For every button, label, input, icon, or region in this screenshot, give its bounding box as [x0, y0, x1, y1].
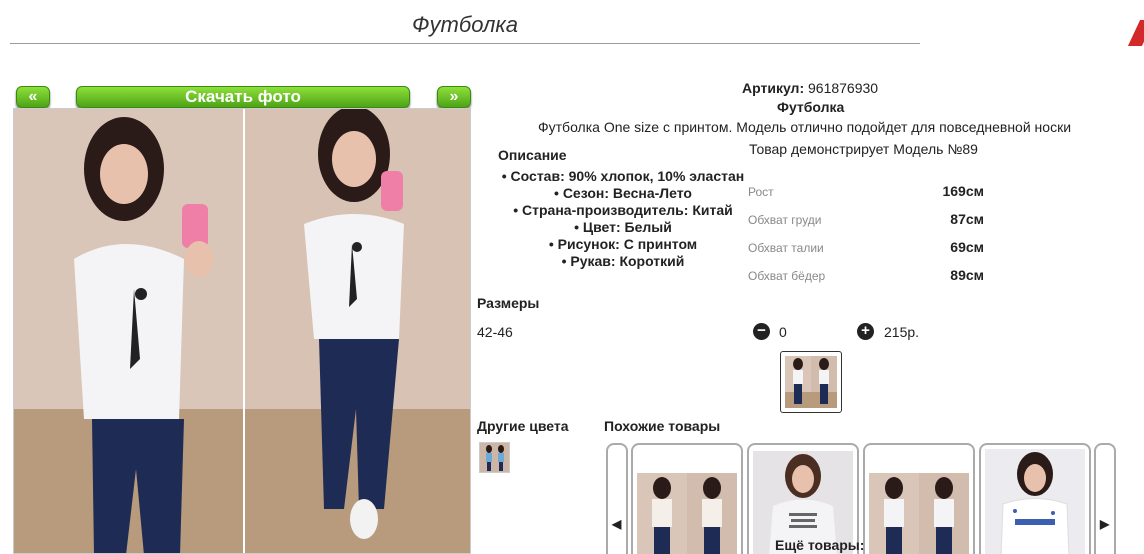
measurement-row: Обхват талии 69см — [748, 239, 984, 257]
quantity-value: 0 — [779, 324, 787, 340]
similar-products-title: Похожие товары — [604, 418, 721, 434]
title-divider — [10, 43, 920, 44]
product-name: Футболка — [777, 99, 845, 115]
measurement-label: Рост — [748, 185, 774, 199]
carousel-prev-icon: ◀ — [612, 517, 622, 531]
measurement-label: Обхват груди — [748, 213, 822, 227]
article-line: Артикул: 961876930 — [742, 80, 878, 96]
photo-thumbnail[interactable] — [780, 351, 842, 413]
measurement-label: Обхват талии — [748, 241, 824, 255]
model-note: Товар демонстрирует Модель №89 — [749, 141, 978, 157]
description-list: • Состав: 90% хлопок, 10% эластан • Сезо… — [500, 168, 746, 270]
description-item: • Рисунок: С принтом — [548, 236, 698, 252]
similar-product-card[interactable] — [631, 443, 743, 554]
description-item: • Страна-производитель: Китай — [513, 202, 733, 218]
measurement-label: Обхват бёдер — [748, 269, 826, 283]
sizes-title: Размеры — [477, 295, 540, 311]
gallery-prev-button[interactable]: « — [16, 86, 50, 108]
measurement-value: 69см — [950, 239, 984, 255]
product-description: Футболка One size с принтом. Модель отли… — [538, 119, 1072, 135]
price: 215р. — [884, 324, 920, 340]
measurement-value: 87см — [950, 211, 984, 227]
similar-product-card[interactable] — [979, 443, 1091, 554]
page-title: Футболка — [412, 12, 518, 37]
measurement-row: Рост 169см — [748, 183, 984, 201]
article-label: Артикул: — [742, 80, 805, 96]
gallery-next-button[interactable]: » — [437, 86, 471, 108]
measurement-row: Обхват бёдер 89см — [748, 267, 984, 285]
other-colors-title: Другие цвета — [477, 418, 569, 434]
carousel-prev-button[interactable]: ◀ — [606, 443, 628, 554]
article-value: 961876930 — [808, 80, 879, 96]
description-item: • Цвет: Белый — [574, 219, 672, 235]
description-item: • Рукав: Короткий — [561, 253, 685, 269]
size-range: 42-46 — [477, 324, 513, 340]
measurement-value: 169см — [942, 183, 984, 199]
product-main-photo[interactable] — [13, 108, 471, 554]
description-item: • Состав: 90% хлопок, 10% эластан — [501, 168, 745, 184]
more-goods-label[interactable]: Ещё товары: — [775, 537, 864, 553]
similar-product-card[interactable] — [863, 443, 975, 554]
description-item: • Сезон: Весна-Лето — [554, 185, 692, 201]
corner-logo-fragment — [1127, 20, 1144, 46]
measurement-value: 89см — [950, 267, 984, 283]
carousel-next-icon: ▶ — [1100, 517, 1110, 531]
measurement-row: Обхват груди 87см — [748, 211, 984, 229]
carousel-next-button[interactable]: ▶ — [1094, 443, 1116, 554]
minus-circle-icon[interactable]: − — [753, 323, 770, 340]
description-title: Описание — [498, 147, 567, 163]
plus-circle-icon[interactable]: + — [857, 323, 874, 340]
color-variant-thumbnail[interactable] — [479, 442, 510, 473]
download-photo-button[interactable]: Скачать фото — [76, 86, 410, 108]
